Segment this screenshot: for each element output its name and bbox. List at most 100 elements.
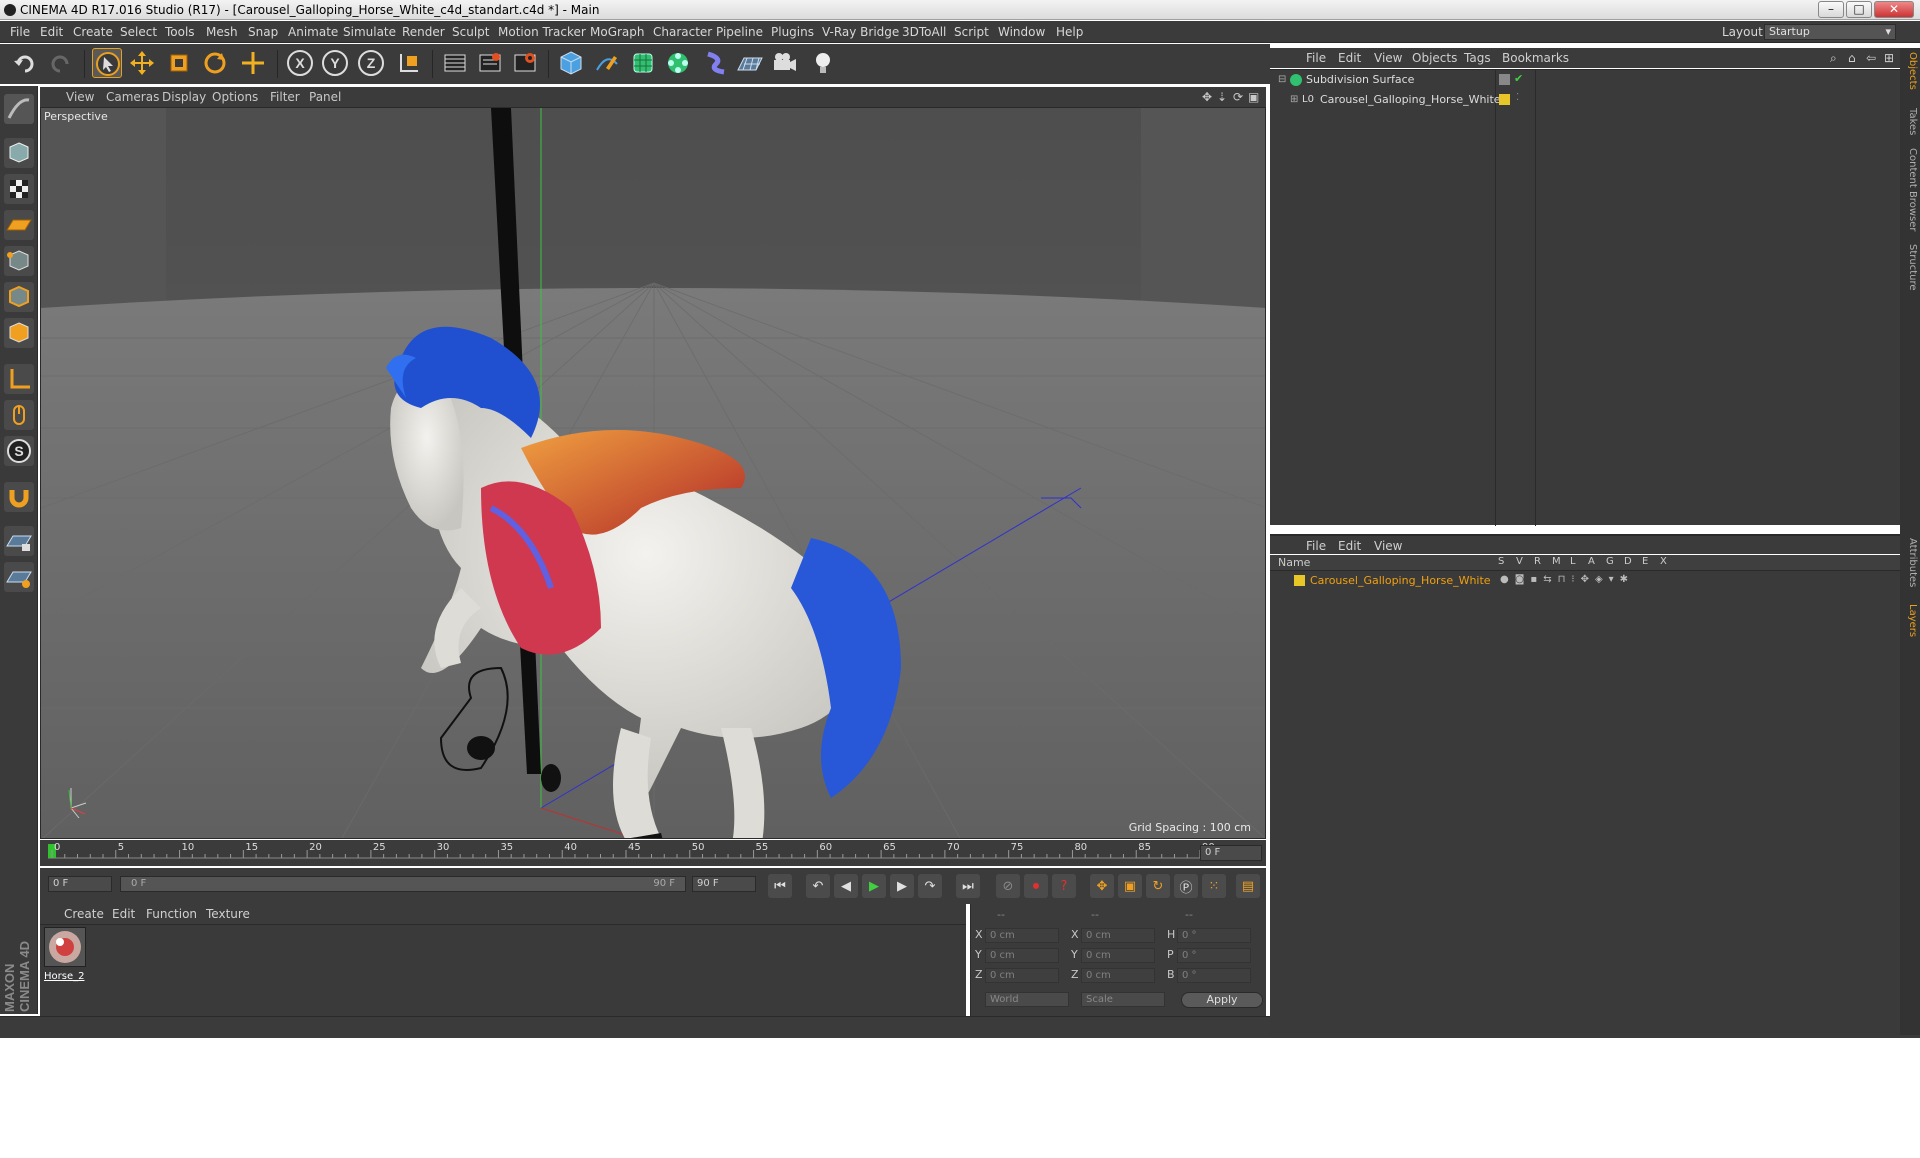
viewport-rotate-icon[interactable]: ⟳ (1233, 90, 1243, 104)
move-icon[interactable] (127, 48, 157, 78)
new-panel-icon[interactable]: ⊞ (1884, 51, 1894, 65)
model-mode-icon[interactable] (4, 138, 34, 168)
undo-icon[interactable] (10, 48, 40, 78)
rotation-p-field[interactable]: 0 ° (1177, 948, 1251, 963)
play-icon[interactable]: ▶ (862, 874, 886, 898)
x-axis-icon[interactable]: X (285, 48, 315, 78)
cloner-icon[interactable] (663, 48, 693, 78)
layer-name[interactable]: Carousel_Galloping_Horse_White (1310, 574, 1491, 587)
deformer-icon[interactable] (700, 48, 730, 78)
editor-visibility-icon[interactable] (1499, 74, 1510, 85)
material-menu-function[interactable]: Function (146, 907, 197, 921)
key-parameter-icon[interactable]: Ⓟ (1174, 874, 1198, 898)
back-icon[interactable]: ⇦ (1866, 51, 1876, 65)
layer-col-solo[interactable]: S (1498, 556, 1504, 567)
menu-sculpt[interactable]: Sculpt (452, 25, 489, 39)
enabled-check-icon[interactable]: ✔ (1514, 72, 1523, 85)
visibility-dots-icon[interactable]: ⁚ (1516, 92, 1519, 103)
object-name[interactable]: Subdivision Surface (1306, 73, 1414, 86)
camera-icon[interactable] (770, 48, 800, 78)
workplane-mode-icon[interactable] (4, 210, 34, 240)
texture-mode-icon[interactable] (4, 174, 34, 204)
menu-render[interactable]: Render (402, 25, 445, 39)
timeline-window-icon[interactable]: ▤ (1236, 874, 1260, 898)
y-axis-icon[interactable]: Y (320, 48, 350, 78)
menu-plugins[interactable]: Plugins (771, 25, 814, 39)
lm-menu-view[interactable]: View (1374, 539, 1402, 553)
om-menu-edit[interactable]: Edit (1338, 51, 1361, 65)
material-menu-edit[interactable]: Edit (112, 907, 135, 921)
coordinate-mode-select[interactable]: World (985, 992, 1069, 1007)
tweak-mode-icon[interactable] (4, 400, 34, 430)
next-frame-icon[interactable]: ▶ (890, 874, 914, 898)
expand-icon[interactable]: ⊞ (1290, 94, 1298, 105)
layer-col-expressions[interactable]: E (1642, 556, 1648, 567)
render-view-icon[interactable] (440, 48, 470, 78)
viewport-zoom-icon[interactable]: ⇣ (1217, 90, 1227, 104)
cube-icon[interactable] (556, 48, 586, 78)
layer-col-animation[interactable]: A (1588, 556, 1595, 567)
current-frame-field[interactable]: 0 F (1200, 845, 1262, 861)
menu-window[interactable]: Window (998, 25, 1045, 39)
light-icon[interactable] (808, 48, 838, 78)
previous-key-icon[interactable]: ↶ (806, 874, 830, 898)
layer-color-swatch[interactable] (1499, 94, 1510, 105)
minimize-button[interactable]: – (1818, 1, 1844, 18)
next-key-icon[interactable]: ↷ (918, 874, 942, 898)
layer-col-render[interactable]: R (1534, 556, 1541, 567)
menu-create[interactable]: Create (73, 25, 113, 39)
record-active-icon[interactable]: ⏺ (1024, 874, 1048, 898)
menu-pipeline[interactable]: Pipeline (716, 25, 763, 39)
make-editable-icon[interactable] (4, 94, 34, 124)
search-icon[interactable]: ⌕ (1830, 51, 1837, 66)
om-menu-tags[interactable]: Tags (1464, 51, 1491, 65)
viewport-menu-view[interactable]: View (66, 90, 94, 104)
size-mode-select[interactable]: Scale (1081, 992, 1165, 1007)
close-button[interactable]: ✕ (1874, 1, 1914, 18)
om-menu-bookmarks[interactable]: Bookmarks (1502, 51, 1569, 65)
viewport-menu-cameras[interactable]: Cameras (106, 90, 159, 104)
home-icon[interactable]: ⌂ (1848, 51, 1856, 65)
start-frame-field[interactable]: 0 F (48, 876, 112, 892)
tab-takes[interactable]: Takes (1902, 108, 1918, 135)
key-rotation-icon[interactable]: ↻ (1146, 874, 1170, 898)
redo-icon[interactable] (45, 48, 75, 78)
size-z-field[interactable]: 0 cm (1081, 968, 1155, 983)
scale-icon[interactable] (164, 48, 194, 78)
key-position-icon[interactable]: ✥ (1090, 874, 1114, 898)
end-frame-field[interactable]: 90 F (692, 876, 756, 892)
menu-mograph[interactable]: MoGraph (590, 25, 645, 39)
previous-frame-icon[interactable]: ◀ (834, 874, 858, 898)
snapping-icon[interactable]: S (4, 436, 34, 466)
select-arrow-icon[interactable] (92, 48, 122, 78)
layer-col-xref[interactable]: X (1660, 556, 1667, 567)
tab-attributes[interactable]: Attributes (1902, 538, 1918, 587)
floor-icon[interactable] (735, 48, 765, 78)
position-x-field[interactable]: 0 cm (985, 928, 1059, 943)
menu-character[interactable]: Character (653, 25, 712, 39)
material-thumbnail[interactable] (44, 927, 86, 967)
goto-start-icon[interactable]: ⏮ (768, 874, 792, 898)
size-y-field[interactable]: 0 cm (1081, 948, 1155, 963)
layer-col-view[interactable]: V (1516, 556, 1523, 567)
tab-objects[interactable]: Objects (1902, 52, 1918, 90)
menu-snap[interactable]: Snap (248, 25, 278, 39)
layer-col-manager[interactable]: M (1552, 556, 1561, 567)
menu-3dtoall[interactable]: 3DToAll (902, 25, 946, 39)
apply-button[interactable]: Apply (1181, 992, 1263, 1008)
timeline-ruler[interactable]: 051015202530354045505560657075808590 0 F (40, 840, 1266, 866)
menu-simulate[interactable]: Simulate (343, 25, 396, 39)
viewport-menu-options[interactable]: Options (212, 90, 258, 104)
autokey-icon[interactable]: ? (1052, 874, 1076, 898)
coordinate-system-icon[interactable] (393, 48, 423, 78)
menu-vray-bridge[interactable]: V-Ray Bridge (822, 25, 899, 39)
material-menu-texture[interactable]: Texture (206, 907, 250, 921)
rotation-b-field[interactable]: 0 ° (1177, 968, 1251, 983)
om-menu-file[interactable]: File (1306, 51, 1326, 65)
position-y-field[interactable]: 0 cm (985, 948, 1059, 963)
tab-structure[interactable]: Structure (1902, 244, 1918, 291)
transform-icon[interactable] (238, 48, 268, 78)
layer-toggle-icons[interactable]: ●◙▪⇆⊓⁝✥◈▾✱ (1500, 574, 1634, 585)
menu-edit[interactable]: Edit (40, 25, 63, 39)
key-scale-icon[interactable]: ▣ (1118, 874, 1142, 898)
